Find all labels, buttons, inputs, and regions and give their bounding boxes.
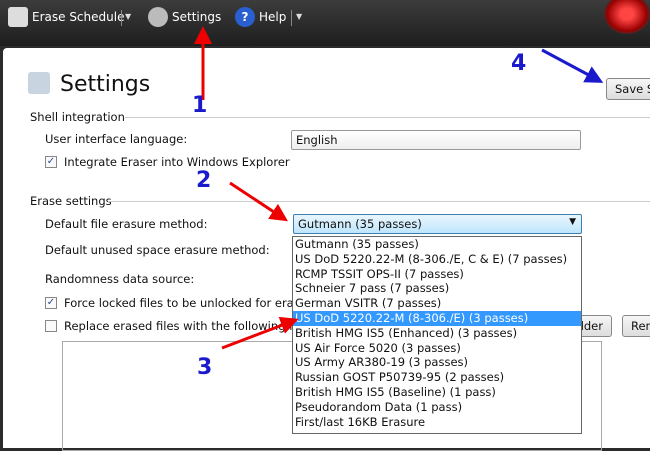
annotation-2: 2	[196, 168, 212, 193]
arrow-3	[221, 316, 299, 350]
arrow-2	[229, 181, 289, 222]
annotation-4: 4	[511, 51, 527, 76]
annotation-1: 1	[192, 93, 208, 118]
annotation-arrows	[194, 26, 604, 350]
arrow-4	[541, 48, 604, 83]
annotation-3: 3	[197, 355, 213, 380]
